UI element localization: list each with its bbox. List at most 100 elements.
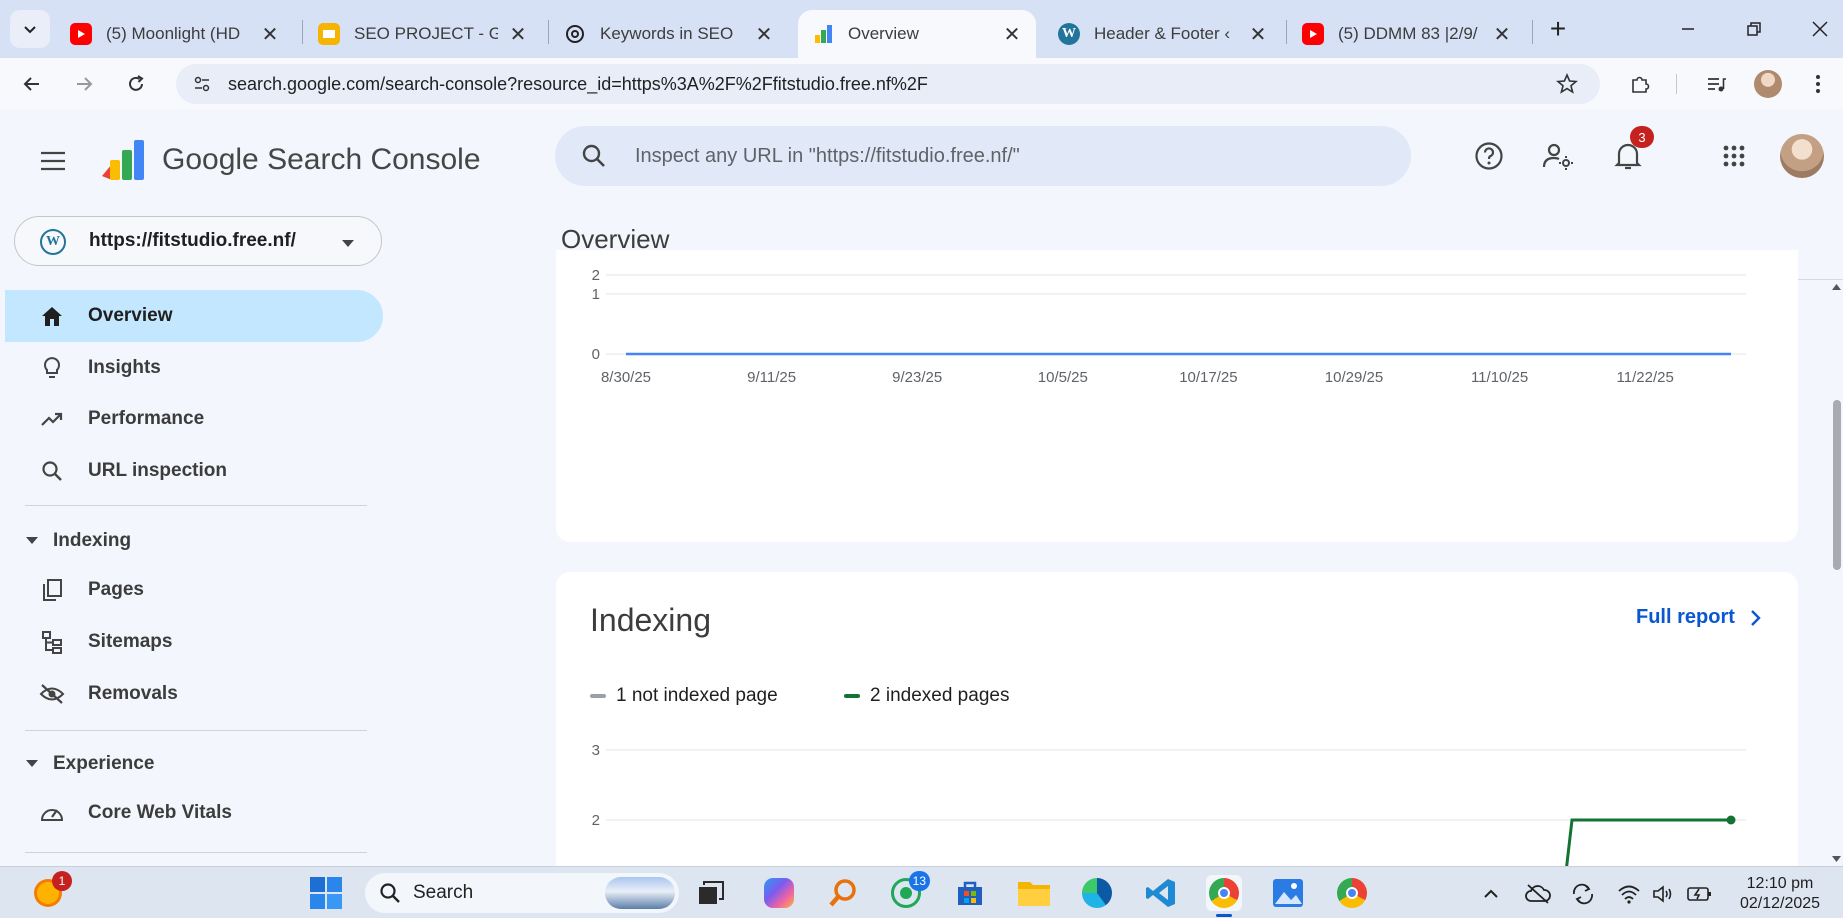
help-icon [1475, 142, 1503, 170]
browser-tab[interactable]: SEO PROJECT - Go ✕ [304, 10, 542, 58]
restore-button[interactable] [1734, 10, 1774, 48]
reload-button[interactable] [118, 66, 154, 102]
extensions-button[interactable] [1622, 66, 1658, 102]
show-hidden-icons[interactable] [1478, 881, 1504, 907]
profile-avatar[interactable] [1750, 66, 1786, 102]
whatsapp-button[interactable]: 13 [888, 871, 930, 911]
minimize-button[interactable] [1668, 10, 1708, 48]
media-control-button[interactable] [1698, 66, 1734, 102]
close-icon[interactable]: ✕ [754, 22, 774, 47]
main-menu-button[interactable] [34, 142, 72, 180]
browser-tab[interactable]: (5) DDMM 83 |2/9/ ✕ [1288, 10, 1526, 58]
nav-item-pages[interactable]: Pages [5, 564, 383, 616]
photos-button[interactable] [1270, 875, 1306, 911]
nav-item-sitemaps[interactable]: Sitemaps [5, 616, 383, 668]
sync-status[interactable] [1570, 881, 1596, 907]
x-tick-label: 9/23/25 [892, 369, 942, 386]
plus-icon: + [1549, 13, 1567, 44]
nav-item-performance[interactable]: Performance [5, 393, 383, 445]
tab-search-button[interactable] [10, 10, 50, 48]
sidebar-divider [25, 505, 367, 506]
section-header-experience[interactable]: Experience [25, 753, 154, 775]
window-close-button[interactable] [1800, 10, 1840, 48]
bookmark-star-icon[interactable] [1556, 72, 1578, 100]
browser-tab[interactable]: Keywords in SEO ✕ [550, 10, 788, 58]
vscode-button[interactable] [1143, 875, 1179, 911]
search-input[interactable] [635, 126, 1375, 186]
nav-item-url-inspection[interactable]: URL inspection [5, 445, 383, 497]
browser-tab[interactable]: W Header & Footer ‹ ✕ [1044, 10, 1282, 58]
arrow-right-icon [77, 77, 93, 91]
browser-tab[interactable]: (5) Moonlight (HD ✕ [56, 10, 294, 58]
battery-status[interactable] [1687, 881, 1713, 907]
nav-item-core-web-vitals[interactable]: Core Web Vitals [5, 787, 383, 839]
taskbar-search[interactable]: Search [365, 873, 679, 913]
nav-item-insights[interactable]: Insights [5, 342, 383, 394]
store-button[interactable] [952, 875, 988, 911]
close-icon[interactable]: ✕ [260, 22, 280, 47]
restore-icon [1747, 22, 1761, 36]
x-tick-label: 11/10/25 [1471, 369, 1528, 386]
new-tab-button[interactable]: + [1538, 10, 1578, 48]
browser-menu-button[interactable] [1800, 66, 1836, 102]
url-inspect-search[interactable] [555, 126, 1411, 186]
onedrive-status[interactable] [1525, 881, 1551, 907]
tab-title: Overview [848, 24, 919, 43]
tab-title: (5) DDMM 83 |2/9/ [1338, 24, 1478, 43]
file-explorer-button[interactable] [1016, 875, 1052, 911]
magnifier-icon [829, 879, 856, 907]
apps-button[interactable] [1714, 136, 1754, 176]
search-icon [581, 143, 607, 174]
full-report-link[interactable]: Full report [1636, 606, 1763, 629]
scrollbar[interactable] [1830, 280, 1843, 866]
notifications-button[interactable]: 3 [1608, 126, 1654, 176]
speaker-icon [1653, 885, 1672, 903]
y-tick-label: 3 [592, 742, 600, 759]
product-logo[interactable]: Google Search Console [98, 136, 481, 184]
youtube-icon [1302, 23, 1324, 45]
weather-widget[interactable]: 1 [30, 871, 72, 911]
system-clock[interactable]: 12:10 pm 02/12/2025 [1730, 874, 1830, 914]
legend-swatch [844, 694, 860, 698]
edge-button[interactable] [1079, 875, 1115, 911]
nav-item-removals[interactable]: Removals [5, 668, 383, 720]
legend-label: 1 not indexed page [616, 685, 778, 706]
section-header-indexing[interactable]: Indexing [25, 530, 131, 552]
wifi-status[interactable] [1616, 881, 1642, 907]
settings-button[interactable] [1538, 136, 1578, 176]
nav-item-overview[interactable]: Overview [5, 290, 383, 342]
copilot-button[interactable] [761, 875, 797, 911]
volume-control[interactable] [1651, 881, 1677, 907]
site-info-icon[interactable] [192, 74, 212, 99]
back-button[interactable] [14, 66, 50, 102]
search-highlight-image [605, 877, 675, 909]
scrollbar-thumb[interactable] [1833, 400, 1841, 570]
close-icon[interactable]: ✕ [1248, 22, 1268, 47]
close-icon[interactable]: ✕ [1492, 22, 1512, 47]
close-icon [1812, 21, 1828, 37]
task-view-button[interactable] [693, 875, 729, 911]
help-button[interactable] [1469, 136, 1509, 176]
address-bar-row: search.google.com/search-console?resourc… [0, 58, 1843, 110]
property-selector[interactable]: W https://fitstudio.free.nf/ [14, 216, 382, 266]
chrome-button-active[interactable] [1206, 875, 1242, 917]
url-text[interactable]: search.google.com/search-console?resourc… [228, 74, 928, 95]
x-tick-label: 10/29/25 [1325, 369, 1383, 386]
forward-button[interactable] [66, 66, 102, 102]
account-avatar[interactable] [1780, 134, 1824, 178]
chrome-profile-button[interactable] [1334, 875, 1370, 911]
performance-chart: 0 1 2 8/30/25 9/11/25 9/23/25 10/5/25 10/17/25 1… [592, 267, 1746, 386]
chevron-right-icon [1751, 609, 1761, 626]
wifi-icon [1618, 885, 1640, 904]
browser-tab-active[interactable]: Overview ✕ [798, 10, 1036, 58]
close-icon[interactable]: ✕ [508, 22, 528, 47]
omnibox[interactable]: search.google.com/search-console?resourc… [176, 64, 1600, 104]
legend-not-indexed[interactable]: 1 not indexed page [590, 685, 778, 707]
close-icon[interactable]: ✕ [1002, 22, 1022, 47]
active-indicator [1216, 914, 1232, 917]
legend-indexed[interactable]: 2 indexed pages [844, 685, 1009, 707]
search-app-button[interactable] [825, 875, 861, 911]
start-button[interactable] [308, 875, 344, 911]
performance-chart-card: 0 1 2 8/30/25 9/11/25 9/23/25 10/5/25 10/17/25 1… [556, 250, 1798, 542]
tab-title: SEO PROJECT - Go [354, 24, 498, 43]
